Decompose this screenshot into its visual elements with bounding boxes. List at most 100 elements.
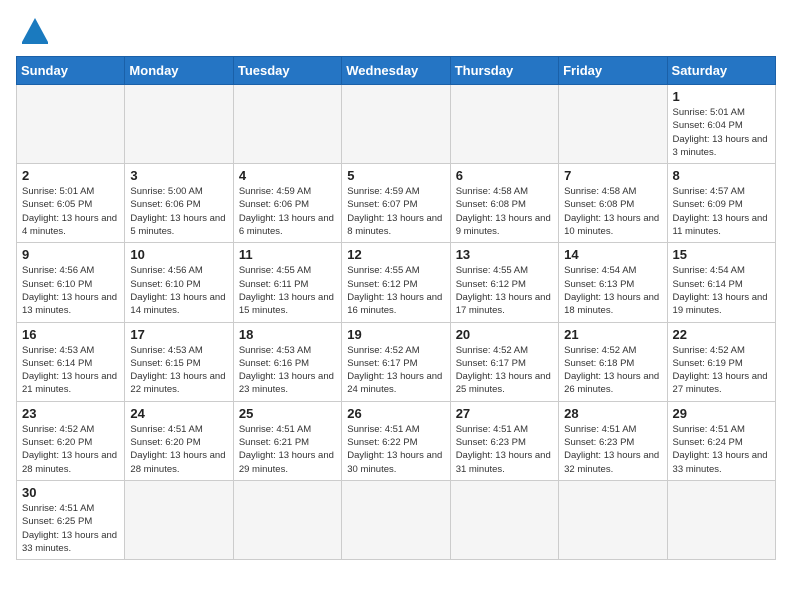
calendar-cell: 8 Sunrise: 4:57 AM Sunset: 6:09 PM Daylig…	[667, 164, 775, 243]
logo-icon	[20, 16, 50, 44]
day-header-thursday: Thursday	[450, 57, 558, 85]
calendar-cell: 1Sunrise: 5:01 AM Sunset: 6:04 PM Daylig…	[667, 85, 775, 164]
calendar-cell: 23 Sunrise: 4:52 AM Sunset: 6:20 PM Dayli…	[17, 401, 125, 480]
calendar-cell: 22 Sunrise: 4:52 AM Sunset: 6:19 PM Dayli…	[667, 322, 775, 401]
day-info: Sunrise: 4:55 AM Sunset: 6:12 PM Dayligh…	[456, 264, 553, 317]
day-number: 24	[130, 406, 227, 421]
day-info: Sunrise: 4:58 AM Sunset: 6:08 PM Dayligh…	[564, 185, 661, 238]
day-number: 10	[130, 247, 227, 262]
day-number: 22	[673, 327, 770, 342]
day-number: 23	[22, 406, 119, 421]
calendar-header-row: SundayMondayTuesdayWednesdayThursdayFrid…	[17, 57, 776, 85]
day-number: 14	[564, 247, 661, 262]
calendar-cell	[233, 85, 341, 164]
day-info: Sunrise: 4:53 AM Sunset: 6:14 PM Dayligh…	[22, 344, 119, 397]
day-number: 27	[456, 406, 553, 421]
day-header-wednesday: Wednesday	[342, 57, 450, 85]
day-info: Sunrise: 4:51 AM Sunset: 6:23 PM Dayligh…	[564, 423, 661, 476]
day-info: Sunrise: 4:52 AM Sunset: 6:17 PM Dayligh…	[456, 344, 553, 397]
day-info: Sunrise: 4:51 AM Sunset: 6:22 PM Dayligh…	[347, 423, 444, 476]
day-info: Sunrise: 4:51 AM Sunset: 6:23 PM Dayligh…	[456, 423, 553, 476]
day-info: Sunrise: 4:54 AM Sunset: 6:13 PM Dayligh…	[564, 264, 661, 317]
calendar-cell: 30 Sunrise: 4:51 AM Sunset: 6:25 PM Dayli…	[17, 480, 125, 559]
calendar-cell	[17, 85, 125, 164]
calendar-cell: 16 Sunrise: 4:53 AM Sunset: 6:14 PM Dayli…	[17, 322, 125, 401]
day-number: 18	[239, 327, 336, 342]
calendar-cell: 4Sunrise: 4:59 AM Sunset: 6:06 PM Daylig…	[233, 164, 341, 243]
day-header-tuesday: Tuesday	[233, 57, 341, 85]
day-number: 20	[456, 327, 553, 342]
day-info: Sunrise: 4:58 AM Sunset: 6:08 PM Dayligh…	[456, 185, 553, 238]
day-number: 12	[347, 247, 444, 262]
calendar-cell: 24 Sunrise: 4:51 AM Sunset: 6:20 PM Dayli…	[125, 401, 233, 480]
day-info: Sunrise: 4:54 AM Sunset: 6:14 PM Dayligh…	[673, 264, 770, 317]
calendar-cell: 10 Sunrise: 4:56 AM Sunset: 6:10 PM Dayli…	[125, 243, 233, 322]
calendar-week-row: 23 Sunrise: 4:52 AM Sunset: 6:20 PM Dayli…	[17, 401, 776, 480]
day-number: 30	[22, 485, 119, 500]
day-number: 13	[456, 247, 553, 262]
calendar-cell: 6 Sunrise: 4:58 AM Sunset: 6:08 PM Daylig…	[450, 164, 558, 243]
day-info: Sunrise: 5:01 AM Sunset: 6:05 PM Dayligh…	[22, 185, 119, 238]
day-number: 17	[130, 327, 227, 342]
day-info: Sunrise: 4:52 AM Sunset: 6:20 PM Dayligh…	[22, 423, 119, 476]
day-info: Sunrise: 4:57 AM Sunset: 6:09 PM Dayligh…	[673, 185, 770, 238]
calendar-cell: 9 Sunrise: 4:56 AM Sunset: 6:10 PM Daylig…	[17, 243, 125, 322]
calendar-cell: 5Sunrise: 4:59 AM Sunset: 6:07 PM Daylig…	[342, 164, 450, 243]
day-info: Sunrise: 4:59 AM Sunset: 6:07 PM Dayligh…	[347, 185, 444, 238]
day-number: 11	[239, 247, 336, 262]
calendar-cell: 19 Sunrise: 4:52 AM Sunset: 6:17 PM Dayli…	[342, 322, 450, 401]
calendar-cell	[342, 85, 450, 164]
calendar-cell: 17Sunrise: 4:53 AM Sunset: 6:15 PM Dayli…	[125, 322, 233, 401]
calendar-cell	[559, 480, 667, 559]
day-info: Sunrise: 4:52 AM Sunset: 6:17 PM Dayligh…	[347, 344, 444, 397]
calendar-cell: 12Sunrise: 4:55 AM Sunset: 6:12 PM Dayli…	[342, 243, 450, 322]
calendar-cell	[450, 480, 558, 559]
day-number: 8	[673, 168, 770, 183]
day-number: 3	[130, 168, 227, 183]
day-header-sunday: Sunday	[17, 57, 125, 85]
day-number: 16	[22, 327, 119, 342]
calendar-cell	[125, 85, 233, 164]
calendar-cell	[450, 85, 558, 164]
day-number: 1	[673, 89, 770, 104]
day-info: Sunrise: 4:51 AM Sunset: 6:20 PM Dayligh…	[130, 423, 227, 476]
day-info: Sunrise: 5:00 AM Sunset: 6:06 PM Dayligh…	[130, 185, 227, 238]
day-number: 9	[22, 247, 119, 262]
header	[16, 16, 776, 44]
day-number: 6	[456, 168, 553, 183]
calendar-cell	[559, 85, 667, 164]
calendar-week-row: 30 Sunrise: 4:51 AM Sunset: 6:25 PM Dayli…	[17, 480, 776, 559]
day-info: Sunrise: 4:52 AM Sunset: 6:18 PM Dayligh…	[564, 344, 661, 397]
day-info: Sunrise: 4:51 AM Sunset: 6:21 PM Dayligh…	[239, 423, 336, 476]
day-number: 15	[673, 247, 770, 262]
day-number: 19	[347, 327, 444, 342]
calendar: SundayMondayTuesdayWednesdayThursdayFrid…	[16, 56, 776, 560]
calendar-cell: 29Sunrise: 4:51 AM Sunset: 6:24 PM Dayli…	[667, 401, 775, 480]
day-header-friday: Friday	[559, 57, 667, 85]
calendar-cell: 3 Sunrise: 5:00 AM Sunset: 6:06 PM Daylig…	[125, 164, 233, 243]
day-number: 21	[564, 327, 661, 342]
calendar-cell: 26Sunrise: 4:51 AM Sunset: 6:22 PM Dayli…	[342, 401, 450, 480]
day-info: Sunrise: 4:55 AM Sunset: 6:11 PM Dayligh…	[239, 264, 336, 317]
calendar-week-row: 1Sunrise: 5:01 AM Sunset: 6:04 PM Daylig…	[17, 85, 776, 164]
day-info: Sunrise: 4:59 AM Sunset: 6:06 PM Dayligh…	[239, 185, 336, 238]
calendar-cell: 21 Sunrise: 4:52 AM Sunset: 6:18 PM Dayli…	[559, 322, 667, 401]
day-info: Sunrise: 4:51 AM Sunset: 6:25 PM Dayligh…	[22, 502, 119, 555]
day-info: Sunrise: 4:56 AM Sunset: 6:10 PM Dayligh…	[22, 264, 119, 317]
calendar-cell: 7Sunrise: 4:58 AM Sunset: 6:08 PM Daylig…	[559, 164, 667, 243]
day-info: Sunrise: 4:51 AM Sunset: 6:24 PM Dayligh…	[673, 423, 770, 476]
day-header-monday: Monday	[125, 57, 233, 85]
calendar-cell	[667, 480, 775, 559]
calendar-cell: 27 Sunrise: 4:51 AM Sunset: 6:23 PM Dayli…	[450, 401, 558, 480]
calendar-cell: 15 Sunrise: 4:54 AM Sunset: 6:14 PM Dayli…	[667, 243, 775, 322]
calendar-cell: 11 Sunrise: 4:55 AM Sunset: 6:11 PM Dayli…	[233, 243, 341, 322]
calendar-cell: 14 Sunrise: 4:54 AM Sunset: 6:13 PM Dayli…	[559, 243, 667, 322]
calendar-week-row: 16 Sunrise: 4:53 AM Sunset: 6:14 PM Dayli…	[17, 322, 776, 401]
calendar-cell: 13 Sunrise: 4:55 AM Sunset: 6:12 PM Dayli…	[450, 243, 558, 322]
day-info: Sunrise: 4:56 AM Sunset: 6:10 PM Dayligh…	[130, 264, 227, 317]
calendar-cell: 25Sunrise: 4:51 AM Sunset: 6:21 PM Dayli…	[233, 401, 341, 480]
calendar-cell	[342, 480, 450, 559]
day-number: 2	[22, 168, 119, 183]
day-info: Sunrise: 4:52 AM Sunset: 6:19 PM Dayligh…	[673, 344, 770, 397]
calendar-cell: 20 Sunrise: 4:52 AM Sunset: 6:17 PM Dayli…	[450, 322, 558, 401]
